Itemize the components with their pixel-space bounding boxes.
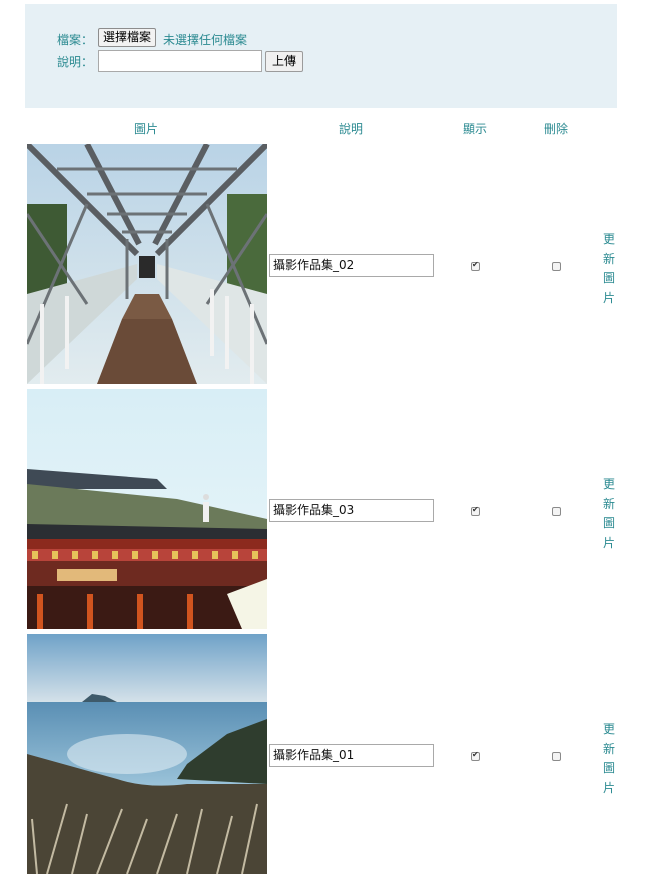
update-image-link[interactable]: 更新圖片 (602, 720, 616, 798)
column-header-caption: 說明 (339, 122, 364, 136)
upload-panel: 檔案： 選擇檔案 未選擇任何檔案 說明： 上傳 (25, 4, 617, 108)
description-input[interactable] (98, 50, 262, 72)
delete-checkbox[interactable] (552, 507, 561, 516)
file-status-text: 未選擇任何檔案 (163, 33, 248, 47)
coast-photo (27, 634, 267, 874)
choose-file-button[interactable]: 選擇檔案 (98, 28, 157, 47)
column-header-show: 顯示 (463, 122, 488, 136)
caption-input[interactable]: 攝影作品集_02 (269, 254, 434, 277)
column-header-image: 圖片 (134, 122, 159, 136)
delete-checkbox[interactable] (552, 752, 561, 761)
temple-photo (27, 389, 267, 629)
upload-button[interactable]: 上傳 (265, 51, 304, 72)
caption-input[interactable]: 攝影作品集_03 (269, 499, 434, 522)
photo-thumbnail (27, 634, 267, 874)
update-image-link[interactable]: 更新圖片 (602, 230, 616, 308)
show-checkbox[interactable] (471, 260, 480, 271)
delete-checkbox[interactable] (552, 262, 561, 271)
show-checkbox[interactable] (471, 505, 480, 516)
column-header-delete: 刪除 (544, 122, 569, 136)
update-image-link[interactable]: 更新圖片 (602, 475, 616, 553)
description-label: 說明： (57, 55, 94, 69)
caption-input[interactable]: 攝影作品集_01 (269, 744, 434, 767)
bridge-photo (27, 144, 267, 384)
photo-thumbnail (27, 389, 267, 629)
file-label: 檔案： (57, 33, 94, 47)
show-checkbox[interactable] (471, 750, 480, 761)
photo-thumbnail (27, 144, 267, 384)
